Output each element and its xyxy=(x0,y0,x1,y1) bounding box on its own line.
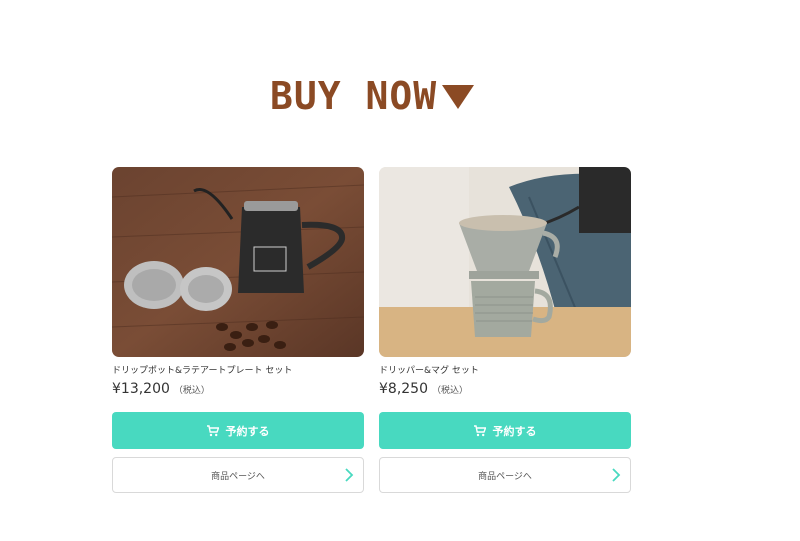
heading-title: BUY NOW xyxy=(270,74,438,118)
details-label: 商品ページへ xyxy=(211,471,265,482)
price-row: ¥8,250 （税込） xyxy=(379,381,631,399)
cart-icon xyxy=(473,424,486,436)
product-card: ドリップポット&ラテアートプレート セット ¥13,200 （税込） 予約する … xyxy=(112,167,364,493)
chevron-right-icon xyxy=(345,468,354,482)
reserve-label: 予約する xyxy=(492,424,537,438)
down-triangle-icon xyxy=(442,85,475,109)
tax-note: （税込） xyxy=(173,386,210,396)
tax-note: （税込） xyxy=(432,386,469,396)
product-name: ドリップポット&ラテアートプレート セット xyxy=(112,366,293,376)
product-page-link[interactable]: 商品ページへ xyxy=(112,457,364,493)
buy-now-heading: BUY NOW xyxy=(270,76,475,116)
product-name: ドリッパー&マグ セット xyxy=(379,366,479,376)
product-page-link[interactable]: 商品ページへ xyxy=(379,457,631,493)
reserve-button[interactable]: 予約する xyxy=(112,412,364,449)
product-price: ¥13,200 xyxy=(112,381,170,397)
product-price: ¥8,250 xyxy=(379,381,428,397)
product-photo-drip-pot-set[interactable] xyxy=(112,167,364,357)
reserve-button[interactable]: 予約する xyxy=(379,412,631,449)
cart-icon xyxy=(206,424,219,436)
product-card: ドリッパー&マグ セット ¥8,250 （税込） 予約する 商品ページへ xyxy=(379,167,631,493)
chevron-right-icon xyxy=(612,468,621,482)
product-photo-dripper-mug-set[interactable] xyxy=(379,167,631,357)
reserve-label: 予約する xyxy=(225,424,270,438)
details-label: 商品ページへ xyxy=(478,471,532,482)
price-row: ¥13,200 （税込） xyxy=(112,381,364,399)
